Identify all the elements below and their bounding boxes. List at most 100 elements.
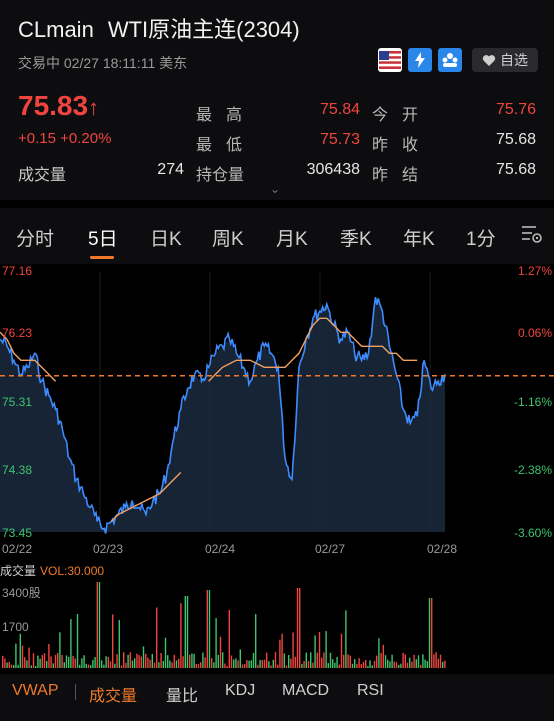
volume-bar: [178, 658, 180, 668]
volume-bar: [63, 662, 65, 668]
indicator-volume-ratio[interactable]: 量比: [166, 682, 198, 706]
volume-bar: [129, 652, 131, 668]
volume-bar: [169, 660, 171, 668]
volume-bar: [136, 653, 138, 668]
volume-bar: [428, 598, 431, 668]
tab-intraday[interactable]: 分时: [16, 224, 54, 251]
indicator-divider: [75, 684, 76, 700]
volume-bar: [81, 658, 83, 668]
volume-bar: [127, 654, 129, 668]
volume-bar: [294, 656, 296, 668]
volume-bar: [336, 657, 338, 668]
volume-bar: [76, 614, 79, 668]
people-icon[interactable]: [438, 48, 462, 72]
volume-bar: [442, 661, 444, 668]
tab-1min[interactable]: 1分: [466, 224, 496, 251]
volume-bar: [424, 659, 426, 668]
volume-bar: [347, 654, 349, 668]
volume-bar: [138, 655, 140, 668]
volume-bar: [371, 665, 373, 668]
y-right-tick: 1.27%: [517, 264, 552, 278]
volume-bar: [406, 662, 409, 668]
volume-bar: [224, 663, 226, 668]
volume-bar: [26, 660, 28, 668]
tab-yearly-k[interactable]: 年K: [403, 224, 435, 251]
volume-bar: [131, 660, 134, 668]
volume-bar: [15, 643, 17, 668]
volume-bar: [215, 618, 217, 668]
volume-bar: [444, 660, 446, 668]
volume-bar: [296, 588, 299, 668]
volume-bar: [8, 661, 10, 668]
volume-bar: [241, 664, 244, 668]
volume-bar: [285, 665, 288, 668]
volume-bar: [233, 659, 235, 668]
volume-bar: [90, 665, 92, 668]
volume-bar: [65, 655, 68, 668]
volume-bar: [156, 607, 158, 668]
volume-bar: [327, 663, 329, 668]
indicator-volume[interactable]: 成交量: [89, 682, 137, 706]
prev-close-label: 昨收: [372, 137, 433, 154]
volume-bar: [343, 654, 345, 668]
volume-bar: [367, 665, 369, 668]
volume-bar: [57, 653, 59, 668]
volume-bar: [252, 652, 255, 668]
volume-bar: [107, 657, 109, 668]
volume-bar: [50, 656, 52, 668]
volume-bar: [142, 646, 145, 668]
volume-bar: [299, 588, 301, 668]
volume-bar: [274, 652, 277, 668]
volume-bar: [340, 633, 343, 668]
x-tick: 02/27: [315, 542, 346, 556]
active-tab-indicator: [90, 256, 114, 259]
tab-daily-k[interactable]: 日K: [150, 224, 182, 251]
volume-bar: [193, 653, 195, 668]
indicator-rsi[interactable]: RSI: [357, 682, 384, 700]
volume-bar: [413, 654, 415, 668]
volume-bar: [431, 598, 433, 668]
volume-bar: [147, 657, 149, 668]
volume-bar: [290, 658, 292, 668]
volume-bar: [211, 658, 213, 668]
volume-bar: [41, 655, 43, 668]
volume-chart-svg: [2, 582, 446, 668]
volume-bar: [360, 664, 362, 668]
volume-bar: [52, 663, 54, 668]
volume-bar: [39, 658, 41, 668]
tab-quarterly-k[interactable]: 季K: [340, 224, 372, 251]
add-watchlist-button[interactable]: 自选: [472, 48, 538, 72]
y-right-tick: -1.16%: [513, 395, 552, 409]
volume-bar: [105, 656, 107, 668]
indicator-vwap[interactable]: VWAP: [12, 682, 59, 700]
indicator-macd[interactable]: MACD: [282, 682, 329, 700]
volume-bar: [312, 662, 314, 668]
volume-bar: [404, 654, 406, 668]
lightning-icon[interactable]: [408, 48, 432, 72]
volume-bar: [83, 655, 85, 668]
volume-bar: [246, 660, 248, 668]
watch-label: 自选: [500, 52, 528, 68]
price-chart[interactable]: [0, 264, 554, 564]
volume-bar: [415, 659, 417, 668]
volume-bar: [380, 653, 382, 668]
volume-bar: [184, 596, 186, 668]
volume-bar: [191, 653, 193, 668]
volume-bar: [235, 658, 237, 668]
volume-bar: [387, 659, 389, 668]
volume-bar: [334, 662, 336, 668]
volume-bar: [354, 659, 356, 668]
volume-bar: [21, 645, 24, 668]
chart-settings-icon[interactable]: [520, 222, 544, 246]
expand-chevron-icon[interactable]: ⌄: [270, 182, 280, 196]
tab-monthly-k[interactable]: 月K: [276, 224, 308, 251]
volume-chart[interactable]: [0, 560, 554, 672]
indicator-kdj[interactable]: KDJ: [225, 682, 255, 700]
volume-bar: [281, 633, 283, 668]
tab-weekly-k[interactable]: 周K: [212, 224, 244, 251]
y-left-tick: 75.31: [2, 395, 33, 409]
tab-5day[interactable]: 5日: [88, 224, 118, 251]
volume-bar: [208, 590, 211, 668]
volume-bar: [378, 638, 380, 668]
y-left-tick: 74.38: [2, 463, 33, 477]
